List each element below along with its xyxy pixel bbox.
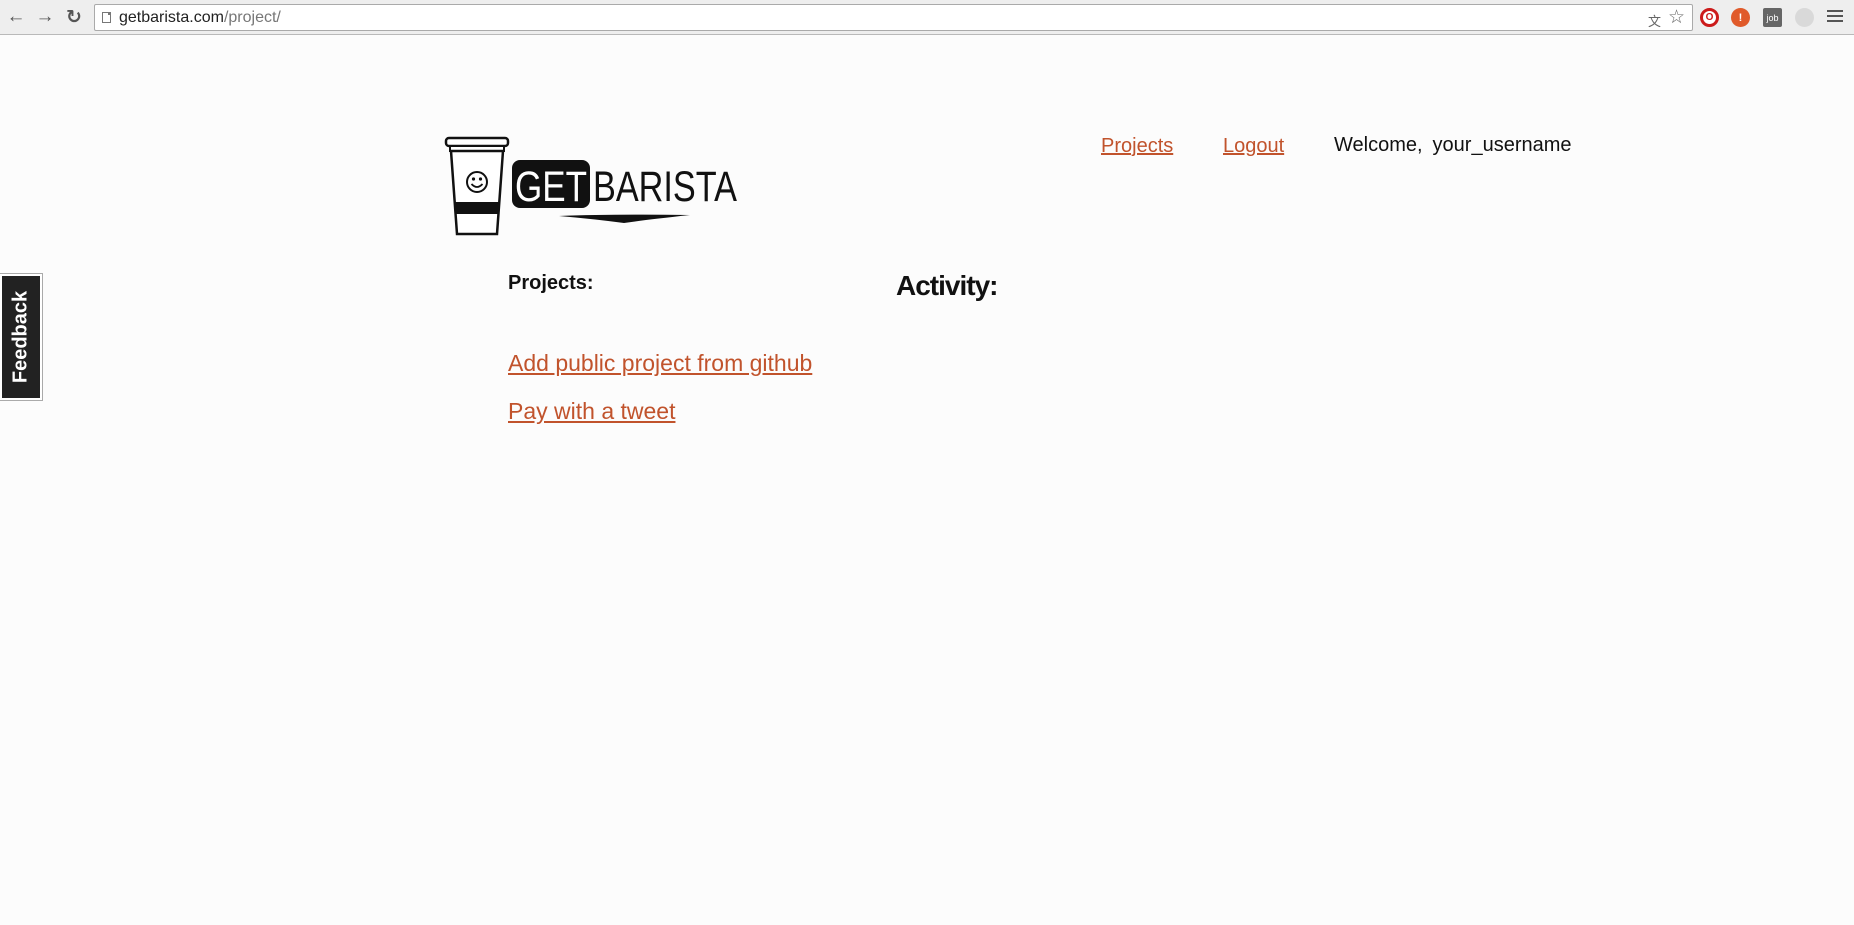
url-path: /project/	[223, 9, 281, 26]
logo-get-text: GET	[515, 163, 587, 211]
feedback-label: Feedback	[9, 290, 32, 384]
translate-icon[interactable]: 文	[1648, 11, 1661, 30]
back-arrow-icon: ←	[6, 6, 26, 27]
welcome-label: Welcome,	[1334, 134, 1423, 156]
pay-with-tweet-link[interactable]: Pay with a tweet	[508, 398, 675, 425]
browser-toolbar: ← → ↻ getbarista.com/project/ 文 ☆ O ! jo…	[0, 0, 1854, 35]
opera-icon[interactable]: O	[1700, 8, 1719, 27]
job-icon[interactable]: job	[1763, 8, 1782, 27]
welcome-message: Welcome, your_username	[1334, 134, 1572, 157]
username: your_username	[1432, 134, 1572, 156]
reload-button[interactable]: ↻	[63, 6, 85, 28]
extension-icon[interactable]	[1795, 8, 1814, 27]
nav-projects-link[interactable]: Projects	[1101, 135, 1173, 158]
logo-barista-text: BARISTA	[593, 163, 737, 211]
url-text[interactable]: getbarista.com/project/	[119, 9, 281, 27]
add-github-project-link[interactable]: Add public project from github	[508, 350, 812, 377]
address-bar[interactable]: getbarista.com/project/ 文 ☆	[94, 4, 1693, 31]
browser-menu-icon[interactable]	[1827, 7, 1843, 25]
bookmark-star-icon[interactable]: ☆	[1668, 6, 1685, 29]
page-icon	[102, 12, 111, 23]
alert-icon[interactable]: !	[1731, 8, 1750, 27]
forward-arrow-icon: →	[35, 6, 55, 27]
feedback-tab[interactable]: Feedback	[0, 273, 43, 401]
reload-icon: ↻	[66, 6, 82, 28]
back-button[interactable]: ←	[5, 6, 27, 28]
activity-heading: Activity:	[896, 270, 998, 301]
url-domain: getbarista.com	[119, 9, 224, 26]
getbarista-logo[interactable]: GET BARISTA	[444, 134, 740, 238]
nav-logout-link[interactable]: Logout	[1223, 135, 1284, 158]
projects-heading: Projects:	[508, 272, 594, 294]
forward-button[interactable]: →	[34, 6, 56, 28]
